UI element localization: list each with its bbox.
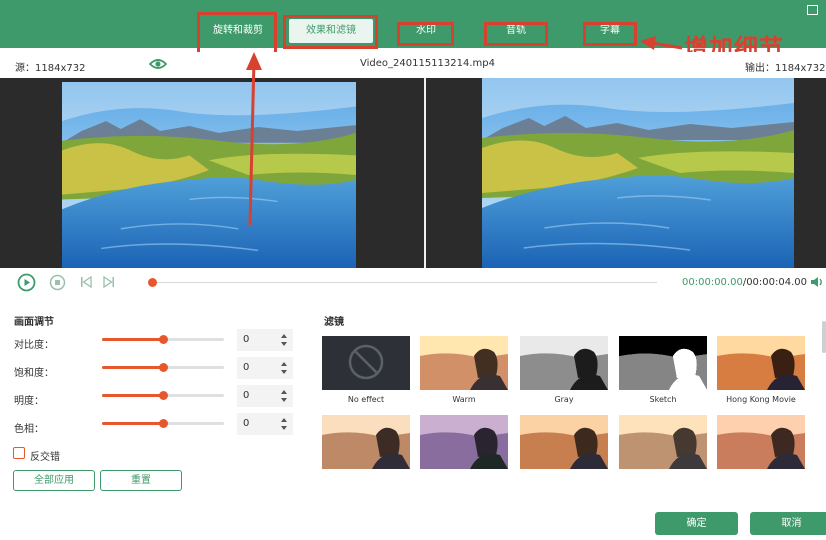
timeline-track[interactable] xyxy=(152,282,657,283)
filter-scrollbar[interactable] xyxy=(822,321,826,353)
contrast-slider[interactable] xyxy=(102,335,224,344)
slider-knob[interactable] xyxy=(159,363,168,372)
filter-thumb-gray[interactable] xyxy=(520,336,608,390)
stepper-down-icon[interactable] xyxy=(281,426,287,430)
filter-thumb[interactable] xyxy=(717,415,805,469)
filter-thumb[interactable] xyxy=(322,415,410,469)
filter-thumb-sketch[interactable] xyxy=(619,336,707,390)
play-icon[interactable] xyxy=(17,273,36,295)
hue-stepper[interactable]: 0 xyxy=(237,413,293,435)
cancel-button[interactable]: 取消 xyxy=(750,512,826,535)
confirm-button[interactable]: 确定 xyxy=(655,512,738,535)
adjust-title: 画面调节 xyxy=(14,317,54,328)
deinterlace-checkbox[interactable] xyxy=(13,447,25,459)
filter-thumb[interactable] xyxy=(420,415,508,469)
filter-preview-image xyxy=(322,415,410,469)
filter-thumb-hong-kong-movie[interactable] xyxy=(717,336,805,390)
slider-knob[interactable] xyxy=(159,391,168,400)
stop-icon[interactable] xyxy=(49,274,66,294)
filter-thumb-warm[interactable] xyxy=(420,336,508,390)
deinterlace-label: 反交错 xyxy=(30,452,60,463)
saturation-label: 饱和度： xyxy=(14,368,54,379)
filter-preview-image xyxy=(619,336,707,390)
timeline-playhead[interactable] xyxy=(148,278,157,287)
contrast-stepper[interactable]: 0 xyxy=(237,329,293,351)
stepper-down-icon[interactable] xyxy=(281,398,287,402)
filter-thumb-no-effect[interactable] xyxy=(322,336,410,390)
filter-label: Hong Kong Movie xyxy=(726,395,796,404)
filter-preview-image xyxy=(520,415,608,469)
filter-thumb[interactable] xyxy=(520,415,608,469)
slider-knob[interactable] xyxy=(159,419,168,428)
volume-icon[interactable] xyxy=(810,276,824,291)
filters-title: 滤镜 xyxy=(324,317,344,328)
stepper-value: 0 xyxy=(243,334,250,345)
filter-preview-image xyxy=(717,336,805,390)
no-effect-icon xyxy=(348,344,384,380)
slider-knob[interactable] xyxy=(159,335,168,344)
time-display: 00:00:00.00/00:00:04.00 xyxy=(682,277,807,288)
stepper-value: 0 xyxy=(243,362,250,373)
stepper-up-icon[interactable] xyxy=(281,334,287,338)
filter-label: Warm xyxy=(452,395,476,404)
hue-slider[interactable] xyxy=(102,419,224,428)
filter-preview-image xyxy=(420,336,508,390)
contrast-label: 对比度： xyxy=(14,340,54,351)
filter-label: No effect xyxy=(347,395,385,404)
brightness-stepper[interactable]: 0 xyxy=(237,385,293,407)
stepper-up-icon[interactable] xyxy=(281,362,287,366)
stepper-up-icon[interactable] xyxy=(281,418,287,422)
stepper-down-icon[interactable] xyxy=(281,342,287,346)
filter-preview-image xyxy=(520,336,608,390)
filter-label: Gray xyxy=(554,395,574,404)
previous-frame-icon[interactable] xyxy=(80,275,92,291)
reset-button[interactable]: 重置 xyxy=(100,470,182,491)
saturation-stepper[interactable]: 0 xyxy=(237,357,293,379)
slider-fill xyxy=(102,422,163,425)
slider-fill xyxy=(102,366,163,369)
filter-preview-image xyxy=(717,415,805,469)
total-time: /00:00:04.00 xyxy=(742,277,808,288)
stepper-value: 0 xyxy=(243,418,250,429)
saturation-slider[interactable] xyxy=(102,363,224,372)
hue-label: 色相： xyxy=(14,424,44,435)
slider-fill xyxy=(102,338,163,341)
filter-thumb[interactable] xyxy=(619,415,707,469)
stepper-up-icon[interactable] xyxy=(281,390,287,394)
stepper-value: 0 xyxy=(243,390,250,401)
slider-fill xyxy=(102,394,163,397)
next-frame-icon[interactable] xyxy=(103,275,115,291)
filter-preview-image xyxy=(420,415,508,469)
apply-all-button[interactable]: 全部应用 xyxy=(13,470,95,491)
brightness-label: 明度： xyxy=(14,396,44,407)
current-time: 00:00:00.00 xyxy=(682,277,743,288)
stepper-down-icon[interactable] xyxy=(281,370,287,374)
brightness-slider[interactable] xyxy=(102,391,224,400)
filter-label: Sketch xyxy=(649,395,677,404)
playback-bar: 00:00:00.00/00:00:04.00 xyxy=(0,268,826,296)
filter-preview-image xyxy=(619,415,707,469)
